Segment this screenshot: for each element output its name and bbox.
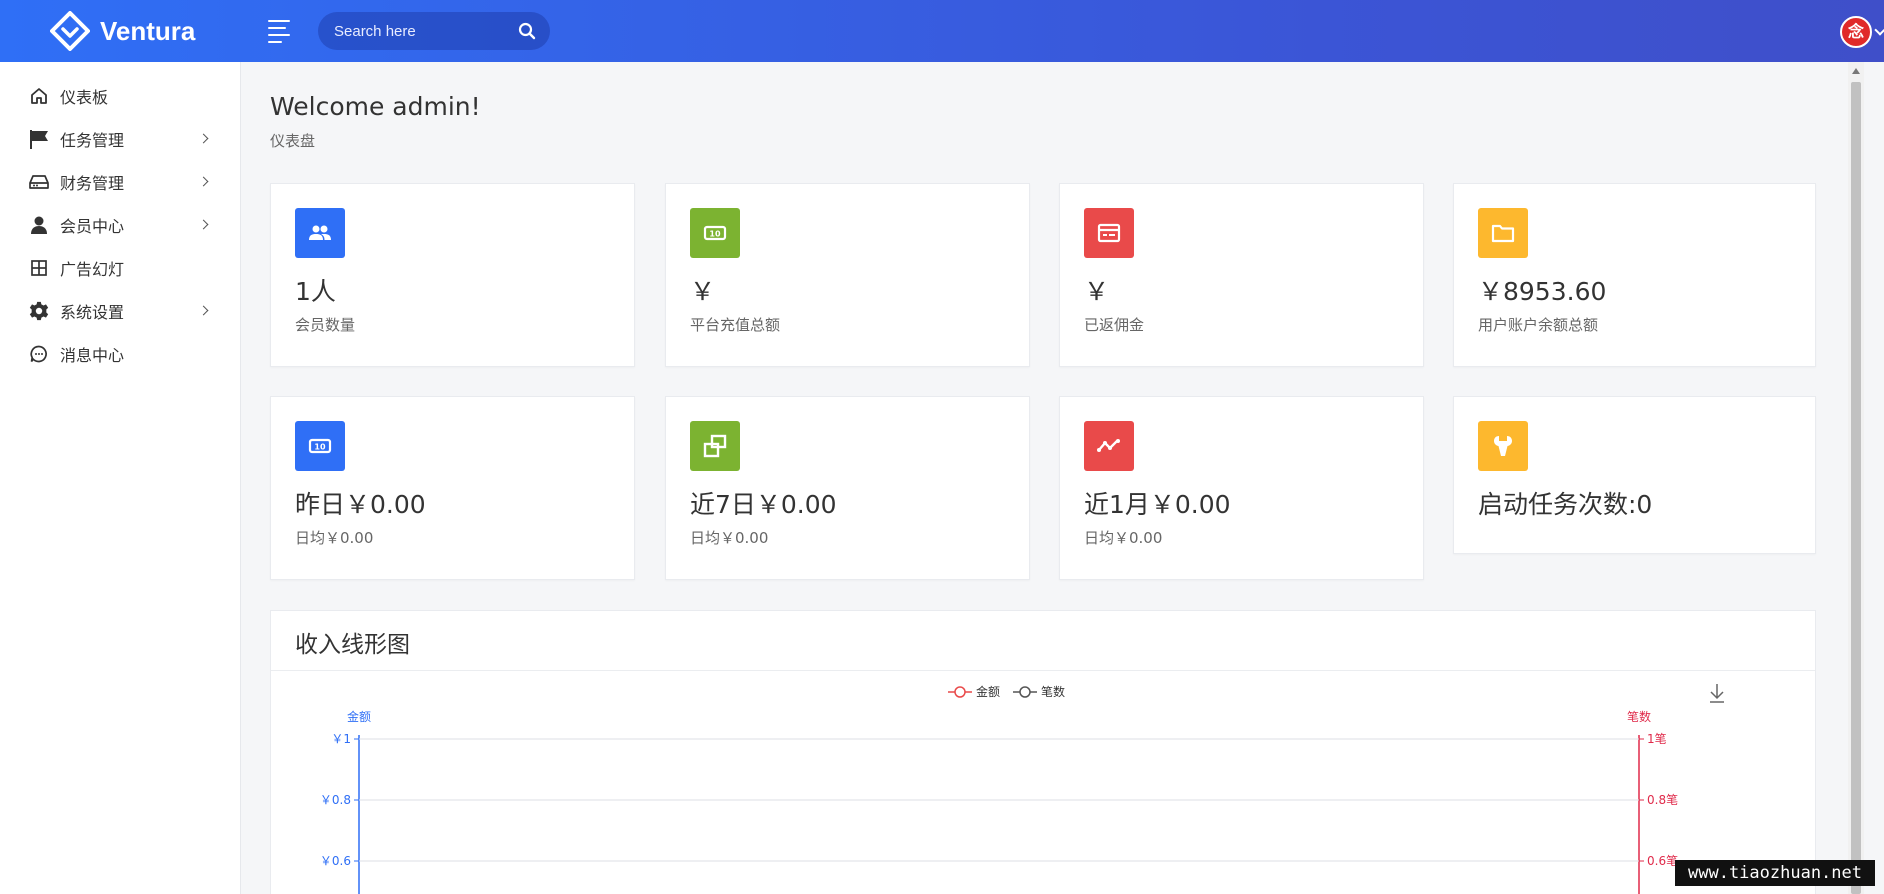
card-value: ￥8953.60 [1478,277,1607,306]
logo-icon [50,11,90,51]
card-value: 近1月￥0.00 [1084,490,1231,519]
stat-card-1month: 近1月￥0.00 日均￥0.00 [1059,396,1424,580]
card-value: 昨日￥0.00 [295,490,426,519]
y-left-tick-label: ￥0.8 [320,793,351,807]
card-label: 用户账户余额总额 [1478,316,1599,334]
card-value: 启动任务次数:0 [1478,490,1653,519]
chevron-right-icon [198,133,209,144]
sidebar-item-label: 消息中心 [60,346,125,365]
y-right-tick-label: 0.8笔 [1647,792,1678,807]
card-label: 平台充值总额 [690,316,781,334]
sidebar-item-label: 仪表板 [60,88,109,107]
stat-card-recharge: 10 ￥ 平台充值总额 [665,183,1030,367]
card-label: 日均￥0.00 [1084,529,1163,547]
legend-label: 金额 [976,684,1000,699]
legend-marker-count [1019,686,1031,698]
chart-legend[interactable]: 金额 笔数 [948,684,1065,699]
search-box [318,12,550,50]
y-left-tick-label: ￥1 [331,732,351,746]
copy-icon [690,421,740,471]
chevron-right-icon [198,176,209,187]
home-icon [28,85,50,107]
chevron-down-icon[interactable] [1874,24,1884,36]
sidebar-item-tasks[interactable]: 任务管理 [0,119,241,159]
sidebar-item-label: 任务管理 [60,131,125,150]
scroll-up-icon[interactable] [1852,68,1860,74]
chevron-right-icon [198,219,209,230]
svg-text:10: 10 [709,230,721,239]
stat-card-balance: ￥8953.60 用户账户余额总额 [1453,183,1816,367]
y-right-tick-label: 0.6笔 [1647,853,1678,868]
stat-card-yesterday: 10 昨日￥0.00 日均￥0.00 [270,396,635,580]
sidebar-item-finance[interactable]: 财务管理 [0,162,241,202]
chevron-right-icon [198,305,209,316]
menu-toggle-icon[interactable] [268,20,292,43]
app-name: Ventura [100,15,196,46]
search-input[interactable] [334,22,514,40]
card-label: 已返佣金 [1084,316,1145,334]
sidebar-item-messages[interactable]: 消息中心 [0,334,241,374]
card-label: 日均￥0.00 [690,529,769,547]
wrench-icon [1478,421,1528,471]
stat-card-task-count: 启动任务次数:0 [1453,396,1816,554]
stat-card-7days: 近7日￥0.00 日均￥0.00 [665,396,1030,580]
sidebar-item-label: 广告幻灯 [60,260,125,279]
chart-card-title: 收入线形图 [295,632,410,658]
watermark: www.tiaozhuan.net [1675,860,1875,886]
y-right-tick-label: 1笔 [1647,731,1667,746]
top-header: Ventura 念 [0,0,1884,62]
credit-card-icon [1084,208,1134,258]
sidebar-item-settings[interactable]: 系统设置 [0,291,241,331]
sidebar: 仪表板 任务管理 财务管理 会员中心 广告幻灯 系统设置 消息中心 [0,62,241,894]
users-icon [295,208,345,258]
page-title: Welcome admin! [270,92,481,121]
hard-drive-icon [28,171,50,193]
card-label: 日均￥0.00 [295,529,374,547]
flag-icon [28,128,50,150]
svg-text:10: 10 [314,443,326,452]
y-axis-left-label: 金额 [347,709,371,724]
card-label: 会员数量 [295,316,356,334]
sidebar-item-dashboard[interactable]: 仪表板 [0,76,241,116]
search-icon[interactable] [518,22,536,40]
user-icon [28,214,50,236]
income-chart-card: 收入线形图 金额 笔数 金额 笔数 ￥1 1笔 ￥0.8 0.8笔 ￥0.6 0.6笔 [270,610,1816,894]
card-value: 近7日￥0.00 [690,490,837,519]
card-value: ￥ [1084,277,1110,306]
gear-icon [28,300,50,322]
card-value: 1人 [295,277,336,306]
activity-icon [1084,421,1134,471]
card-value: ￥ [690,277,716,306]
money-icon: 10 [690,208,740,258]
download-icon[interactable] [1710,684,1724,703]
y-left-tick-label: ￥0.6 [320,854,351,868]
sidebar-item-ads[interactable]: 广告幻灯 [0,248,241,288]
app-logo[interactable]: Ventura [50,11,195,51]
income-line-chart: 金额 笔数 金额 笔数 ￥1 1笔 ￥0.8 0.8笔 ￥0.6 0.6笔 [320,684,1724,894]
sidebar-item-label: 系统设置 [60,303,125,322]
stat-card-members: 1人 会员数量 [270,183,635,367]
y-axis-right-label: 笔数 [1627,709,1651,724]
grid-icon [28,257,50,279]
folder-icon [1478,208,1528,258]
stat-card-commission: ￥ 已返佣金 [1059,183,1424,367]
sidebar-item-label: 会员中心 [60,217,125,236]
sidebar-item-members[interactable]: 会员中心 [0,205,241,245]
scroll-thumb[interactable] [1851,82,1861,894]
legend-label: 笔数 [1041,684,1065,699]
legend-marker-amount [954,686,966,698]
breadcrumb: 仪表盘 [270,132,316,150]
money-icon: 10 [295,421,345,471]
page-scrollbar[interactable] [1848,62,1864,894]
sidebar-item-label: 财务管理 [60,174,125,193]
avatar[interactable]: 念 [1840,16,1872,48]
message-icon [28,343,50,365]
